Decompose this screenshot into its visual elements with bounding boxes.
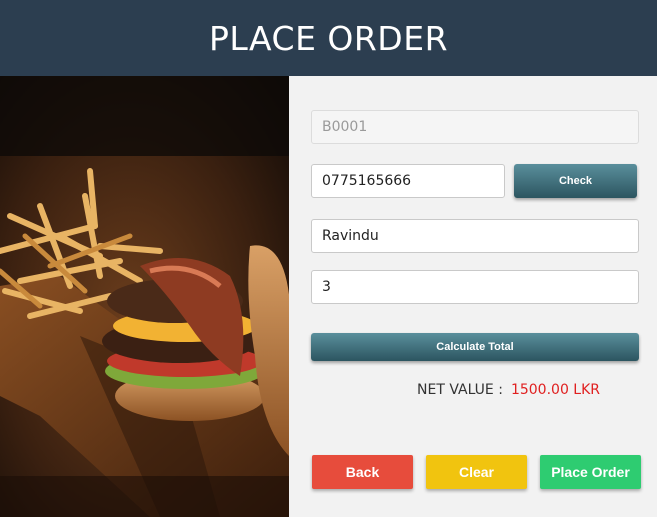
page-title: PLACE ORDER — [208, 18, 448, 58]
order-id-field[interactable] — [311, 110, 639, 144]
clear-button[interactable]: Clear — [426, 455, 527, 489]
net-value-label: NET VALUE : — [417, 382, 503, 398]
phone-field[interactable] — [311, 164, 505, 198]
net-value-row: NET VALUE : 1500.00 LKR — [417, 382, 600, 398]
back-button[interactable]: Back — [312, 455, 413, 489]
calculate-total-button[interactable]: Calculate Total — [311, 333, 639, 361]
burger-photo — [0, 76, 289, 517]
net-value-amount: 1500.00 LKR — [510, 382, 601, 398]
place-order-button[interactable]: Place Order — [540, 455, 641, 489]
order-form: Check Calculate Total NET VALUE : 1500.00… — [289, 76, 657, 517]
quantity-field[interactable] — [311, 270, 639, 304]
title-bar: PLACE ORDER — [0, 0, 657, 76]
customer-name-field[interactable] — [311, 219, 639, 253]
check-button[interactable]: Check — [514, 164, 637, 198]
